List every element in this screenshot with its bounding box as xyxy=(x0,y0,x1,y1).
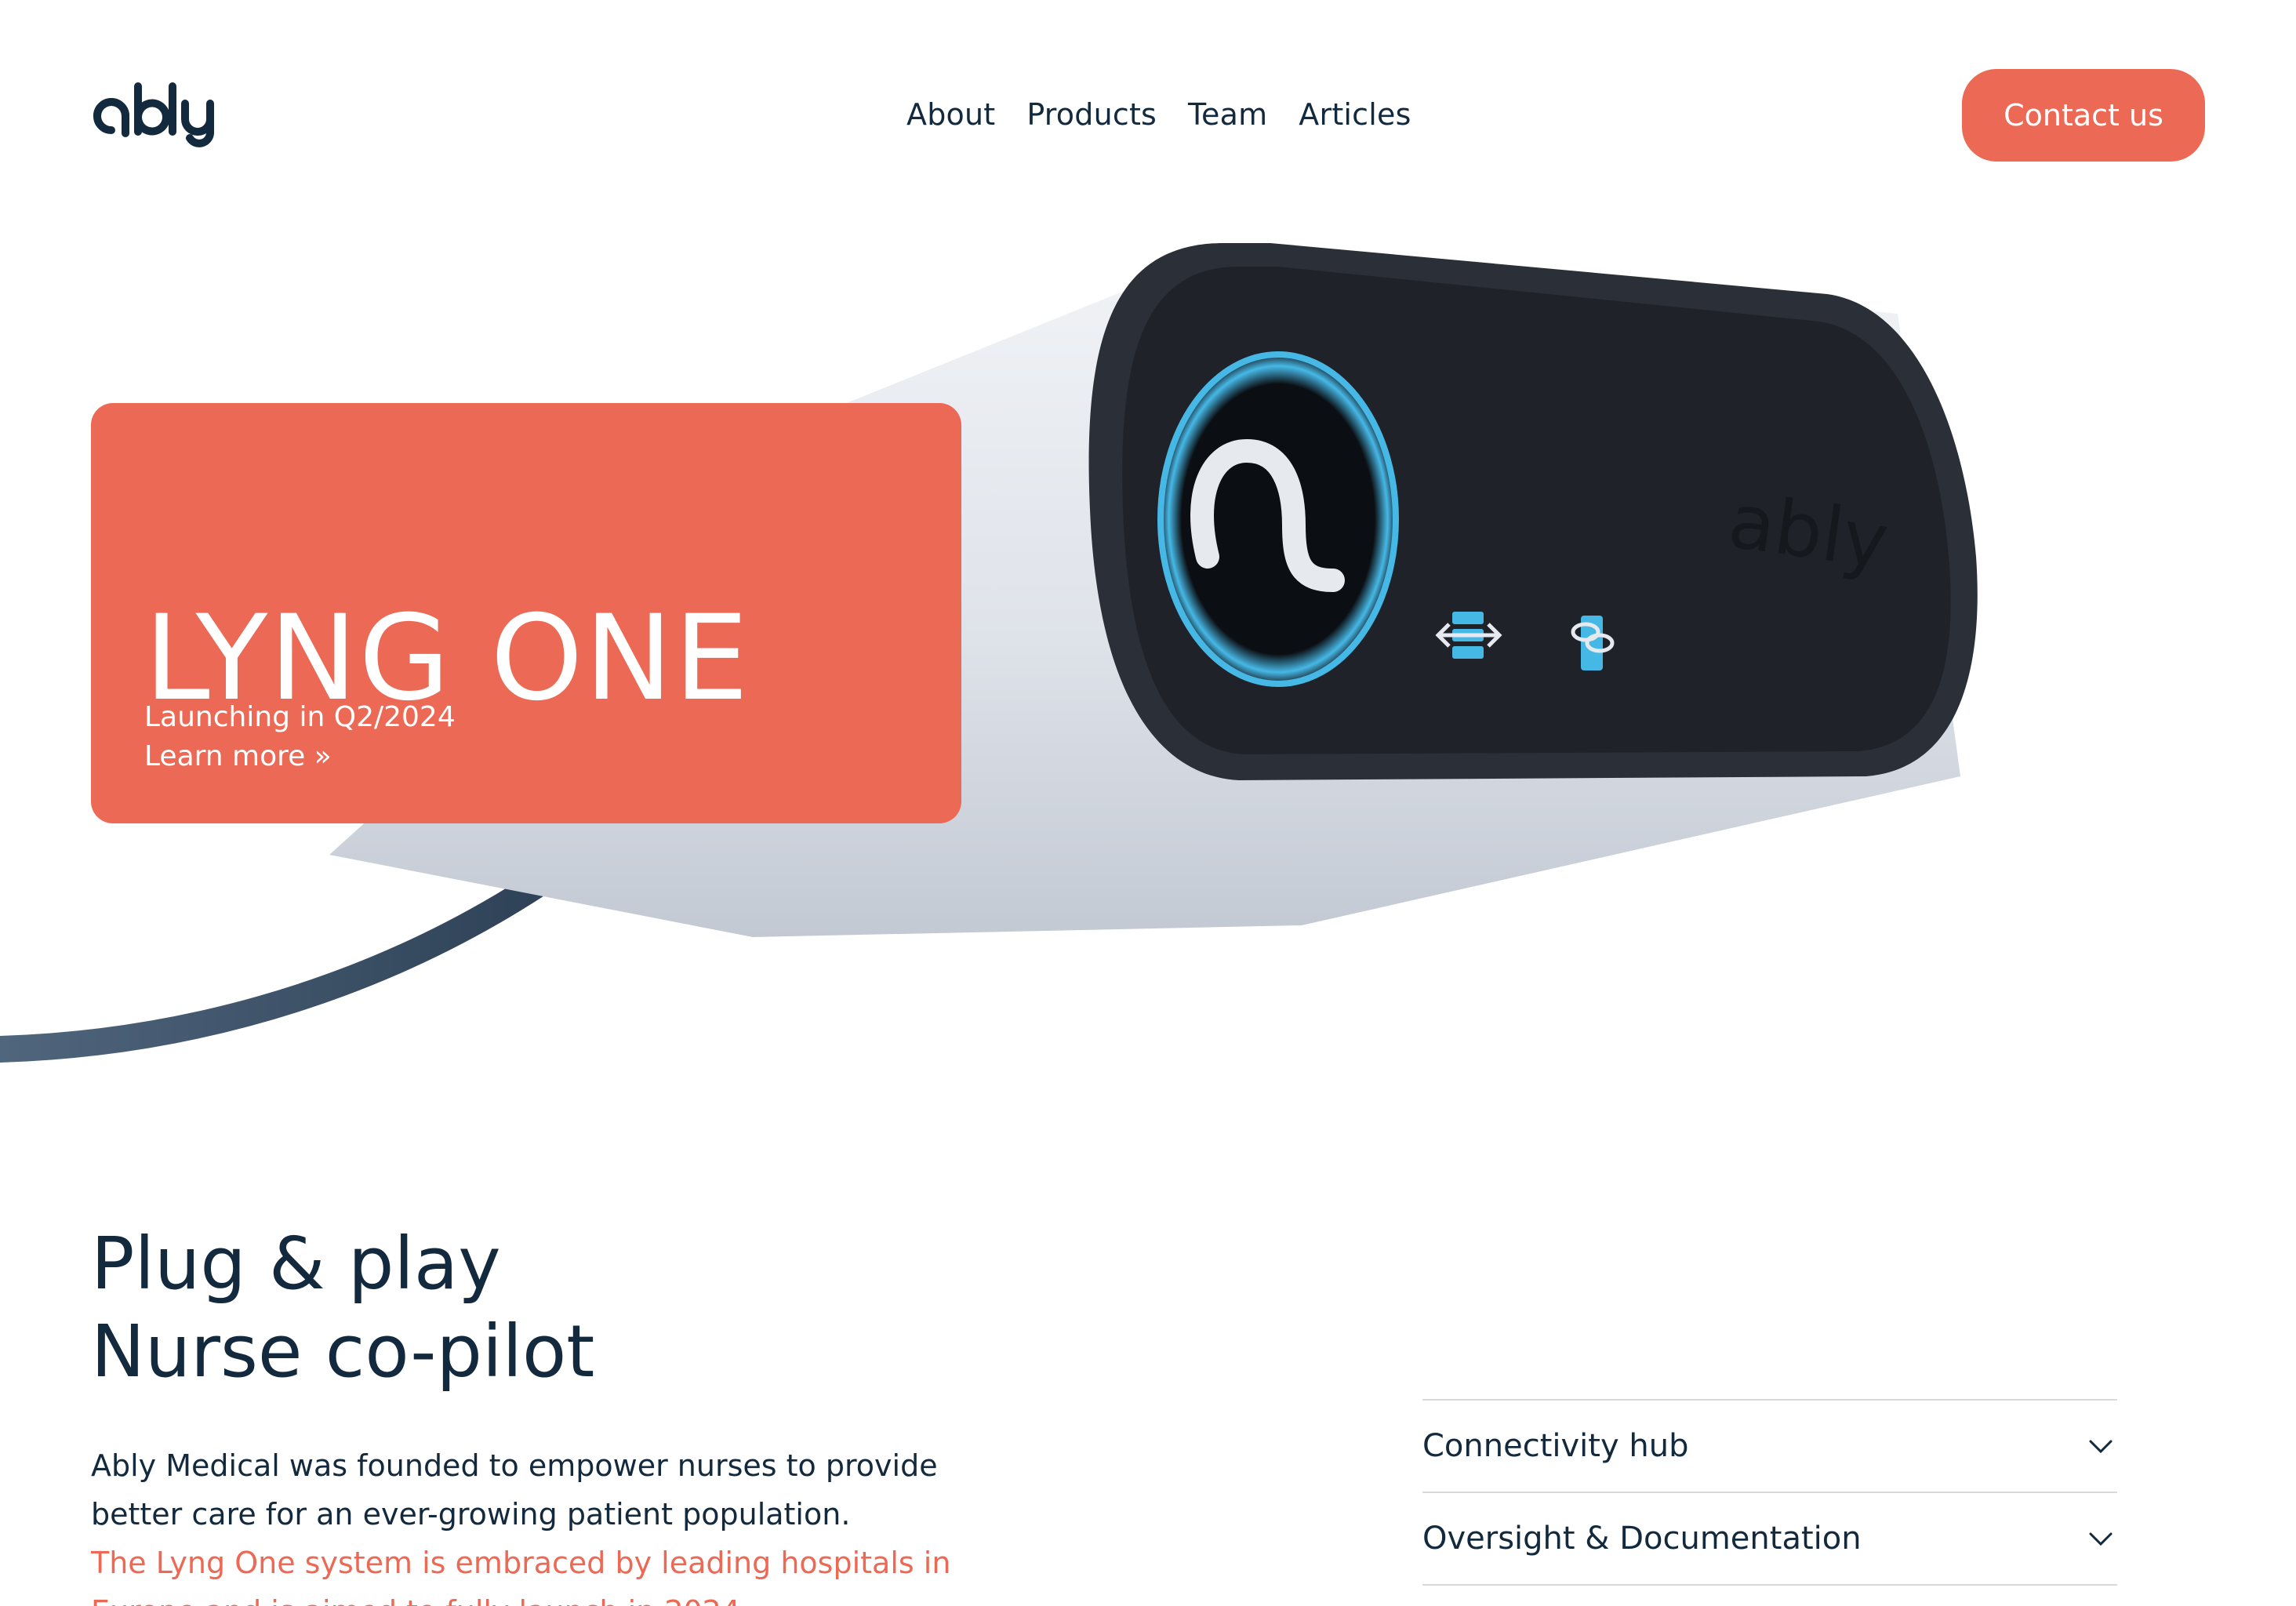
intro-body-text: Ably Medical was founded to empower nurs… xyxy=(91,1448,938,1532)
contact-us-button[interactable]: Contact us xyxy=(1962,69,2205,162)
intro-body: Ably Medical was founded to empower nurs… xyxy=(91,1441,977,1606)
chevron-down-icon[interactable] xyxy=(2087,1433,2114,1459)
ably-logo-icon xyxy=(93,82,214,147)
intro-body-accent: The Lyng One system is embraced by leadi… xyxy=(91,1546,951,1606)
headline-line-2: Nurse co-pilot xyxy=(91,1310,595,1393)
features-accordion: Connectivity hub Oversight & Documentati… xyxy=(1422,1399,2117,1586)
headline-line-1: Plug & play xyxy=(91,1222,501,1306)
main-nav: About Products Team Articles xyxy=(906,97,1411,132)
intro-headline: Plug & play Nurse co-pilot xyxy=(91,1220,594,1396)
chevron-down-icon[interactable] xyxy=(2087,1525,2114,1552)
hero-card: LYNG ONE Launching in Q2/2024 Learn more… xyxy=(91,403,961,823)
accordion-label: Connectivity hub xyxy=(1422,1428,1689,1464)
nav-team[interactable]: Team xyxy=(1188,97,1267,132)
nav-products[interactable]: Products xyxy=(1026,97,1157,132)
ably-logo[interactable] xyxy=(91,75,232,151)
nav-articles[interactable]: Articles xyxy=(1299,97,1411,132)
hero-subtitle: Launching in Q2/2024 xyxy=(144,701,456,733)
page: About Products Team Articles Contact us xyxy=(0,0,2296,1606)
accordion-item-connectivity-hub[interactable]: Connectivity hub xyxy=(1422,1399,2117,1492)
learn-more-link[interactable]: Learn more » xyxy=(144,737,332,776)
nav-about[interactable]: About xyxy=(906,97,995,132)
accordion-label: Oversight & Documentation xyxy=(1422,1521,1862,1557)
accordion-item-oversight-documentation[interactable]: Oversight & Documentation xyxy=(1422,1492,2117,1586)
